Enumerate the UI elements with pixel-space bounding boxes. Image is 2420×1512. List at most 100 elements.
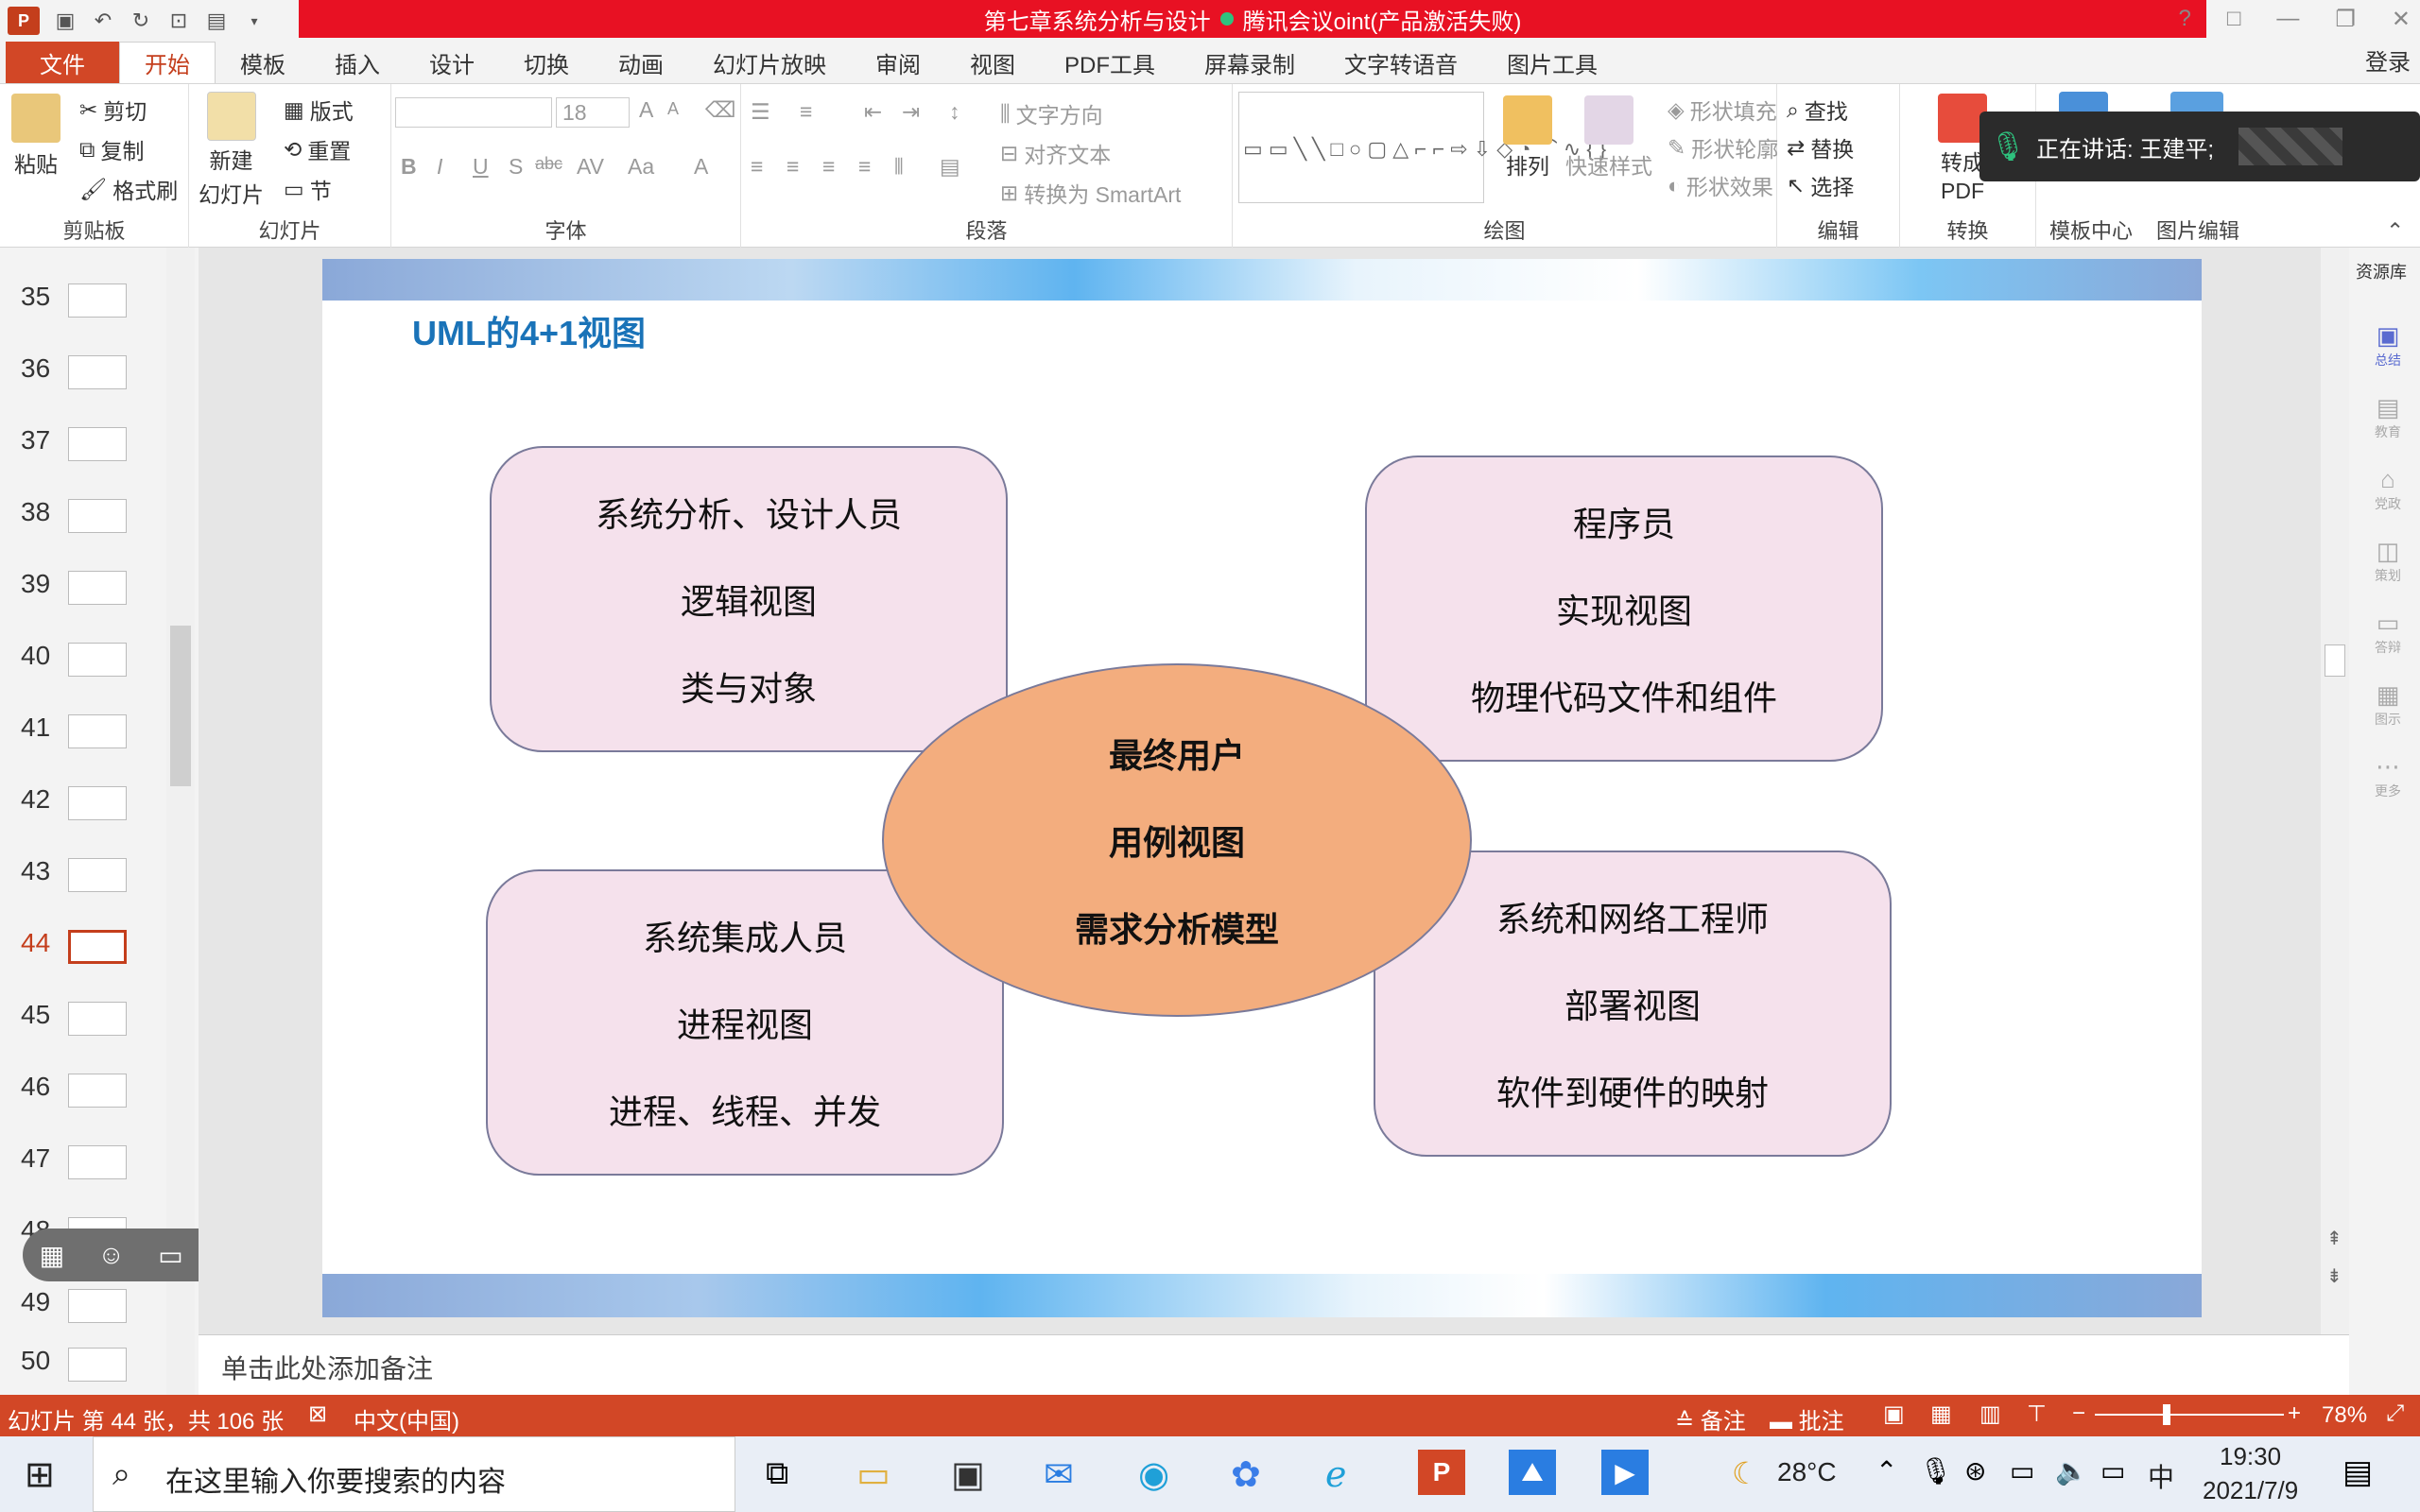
align-center-icon[interactable]: ≡ bbox=[786, 154, 799, 180]
network-icon[interactable]: ▭ bbox=[2100, 1455, 2125, 1486]
baidu-netdisk-icon[interactable]: ✿ bbox=[1231, 1453, 1261, 1496]
tab-view[interactable]: 视图 bbox=[945, 42, 1040, 83]
restore-icon[interactable]: ❐ bbox=[2335, 6, 2356, 33]
help-icon[interactable]: ? bbox=[2179, 6, 2191, 32]
zoom-out-icon[interactable]: − bbox=[2072, 1400, 2085, 1427]
zoom-in-icon[interactable]: + bbox=[2288, 1400, 2301, 1427]
font-family-dropdown[interactable] bbox=[395, 97, 552, 128]
mic-tray-icon[interactable]: 🎙 bbox=[1919, 1455, 1953, 1486]
ime-indicator[interactable]: 中 bbox=[2148, 1457, 2174, 1495]
align-right-icon[interactable]: ≡ bbox=[822, 154, 835, 180]
tray-expand-icon[interactable]: ⌃ bbox=[1876, 1455, 1897, 1486]
smartart-button[interactable]: ⊞ 转换为 SmartArt bbox=[1000, 177, 1181, 209]
party-item[interactable]: ⌂ 党政 bbox=[2375, 465, 2401, 513]
grow-font-button[interactable]: A bbox=[639, 97, 653, 123]
tab-animations[interactable]: 动画 bbox=[594, 42, 688, 83]
slide-canvas[interactable]: UML的4+1视图 系统分析、设计人员 逻辑视图 类与对象 程序员 实现视图 物… bbox=[322, 259, 2202, 1317]
fit-slide-icon[interactable]: ⤢ bbox=[2386, 1400, 2404, 1427]
implementation-view-box[interactable]: 程序员 实现视图 物理代码文件和组件 bbox=[1365, 455, 1883, 762]
battery-icon[interactable]: ▭ bbox=[2010, 1455, 2034, 1486]
prev-slide-icon[interactable]: ⇞ bbox=[2326, 1227, 2342, 1250]
task-view-icon[interactable]: ⧉ bbox=[766, 1455, 788, 1492]
comments-button[interactable]: ▬ 批注 bbox=[1770, 1402, 1844, 1435]
thumbnails-scrollbar[interactable] bbox=[166, 248, 195, 1395]
slideshow-from-start-icon[interactable]: ⊡ bbox=[166, 9, 191, 33]
arrange-button[interactable]: 排列 bbox=[1503, 95, 1552, 180]
clock-time[interactable]: 19:30 bbox=[2220, 1442, 2281, 1471]
resource-library-label[interactable]: 资源库 bbox=[2356, 259, 2407, 284]
replace-button[interactable]: ⇄ 替换 bbox=[1787, 131, 1854, 163]
increase-indent-icon[interactable]: ⇥ bbox=[902, 99, 920, 125]
start-icon[interactable]: ⊞ bbox=[25, 1453, 55, 1496]
tab-file[interactable]: 文件 bbox=[6, 42, 119, 83]
font-color-button[interactable]: A bbox=[694, 154, 708, 180]
notes-pane[interactable]: 单击此处添加备注 bbox=[199, 1334, 2349, 1395]
image-edit-label[interactable]: 图片编辑 bbox=[2146, 215, 2250, 245]
shrink-font-button[interactable]: A bbox=[667, 99, 679, 119]
file-explorer-icon[interactable]: ▭ bbox=[856, 1453, 890, 1496]
char-spacing-button[interactable]: AV bbox=[577, 154, 604, 180]
customize-qat-icon[interactable]: ▾ bbox=[242, 9, 267, 33]
language-indicator[interactable]: 中文(中国) bbox=[354, 1402, 459, 1435]
mail-icon[interactable]: ✉ bbox=[1044, 1453, 1074, 1496]
close-icon[interactable]: ✕ bbox=[2392, 6, 2411, 33]
save-icon[interactable]: ▣ bbox=[53, 9, 78, 33]
line-spacing-icon[interactable]: ↕ bbox=[949, 99, 960, 125]
copy-button[interactable]: ⧉ 复制 bbox=[79, 133, 144, 165]
tab-design[interactable]: 设计 bbox=[405, 42, 499, 83]
login-link[interactable]: 登录 bbox=[2365, 43, 2411, 77]
distribute-icon[interactable]: ▤ bbox=[940, 154, 960, 180]
cut-button[interactable]: ✂ 剪切 bbox=[79, 94, 147, 126]
format-painter-button[interactable]: 🖌 格式刷 bbox=[79, 173, 178, 205]
meeting-tray-icon[interactable]: ⊛ bbox=[1964, 1455, 1986, 1486]
tab-pdf-tools[interactable]: PDF工具 bbox=[1040, 42, 1180, 83]
zoom-level[interactable]: 78% bbox=[2322, 1402, 2367, 1429]
slide-scroll-thumb[interactable] bbox=[2325, 644, 2345, 677]
grid-icon[interactable]: ▦ bbox=[40, 1240, 64, 1271]
more-item[interactable]: ⋯ 更多 bbox=[2375, 752, 2401, 800]
normal-view-icon[interactable]: ▣ bbox=[1883, 1400, 1905, 1428]
ie-icon[interactable]: ℯ bbox=[1325, 1453, 1347, 1496]
shape-outline-button[interactable]: ✎ 形状轮廓 bbox=[1668, 131, 1778, 163]
clear-format-icon[interactable]: ⌫ bbox=[705, 97, 736, 123]
collapse-ribbon-icon[interactable]: ⌃ bbox=[2386, 218, 2404, 244]
italic-button[interactable]: I bbox=[437, 154, 442, 180]
shadow-button[interactable]: S bbox=[509, 154, 523, 180]
zoom-slider[interactable] bbox=[2095, 1414, 2284, 1416]
tab-screen-record[interactable]: 屏幕录制 bbox=[1180, 42, 1320, 83]
numbering-icon[interactable]: ≡ bbox=[800, 99, 812, 125]
tab-slideshow[interactable]: 幻灯片放映 bbox=[688, 42, 851, 83]
find-button[interactable]: ⌕ 查找 bbox=[1787, 94, 1848, 126]
tab-review[interactable]: 审阅 bbox=[851, 42, 945, 83]
underline-button[interactable]: U bbox=[473, 154, 489, 180]
powerpoint-taskbar-icon[interactable]: P bbox=[1418, 1450, 1465, 1495]
store-icon[interactable]: ▣ bbox=[951, 1453, 985, 1496]
bullets-icon[interactable]: ☰ bbox=[751, 99, 770, 125]
clock-date[interactable]: 2021/7/9 bbox=[2203, 1476, 2298, 1505]
slide-sorter-icon[interactable]: ▦ bbox=[1930, 1400, 1952, 1428]
notes-button[interactable]: ≙ 备注 bbox=[1675, 1402, 1746, 1435]
next-slide-icon[interactable]: ⇟ bbox=[2326, 1264, 2342, 1288]
slide-title[interactable]: UML的4+1视图 bbox=[412, 306, 646, 355]
edge-icon[interactable]: ◉ bbox=[1138, 1453, 1169, 1496]
section-button[interactable]: ▭ 节 bbox=[284, 173, 332, 205]
notifications-icon[interactable]: ▤ bbox=[2342, 1453, 2373, 1491]
ribbon-display-icon[interactable]: □ bbox=[2227, 6, 2241, 32]
template-center-label[interactable]: 模板中心 bbox=[2036, 215, 2146, 245]
education-item[interactable]: ▤ 教育 bbox=[2375, 393, 2401, 441]
quick-styles-button[interactable]: 快速样式 bbox=[1565, 95, 1652, 180]
tencent-meeting-icon[interactable]: ⛰ bbox=[1509, 1450, 1556, 1495]
tab-transitions[interactable]: 切换 bbox=[499, 42, 594, 83]
spell-check-icon[interactable]: ⊠ bbox=[308, 1400, 327, 1428]
notes-placeholder[interactable]: 单击此处添加备注 bbox=[221, 1349, 433, 1386]
shapes-gallery[interactable]: ▭ ▭ ╲ ╲ □ ○ ▢ △ ⌐ ⌐ ⇨ ⇩ ◇ ◔ ⌒ ∿ { } bbox=[1238, 92, 1606, 203]
reset-button[interactable]: ⟲ 重置 bbox=[284, 133, 351, 165]
tab-home[interactable]: 开始 bbox=[119, 42, 216, 83]
align-left-icon[interactable]: ≡ bbox=[751, 154, 763, 180]
redo-icon[interactable]: ↻ bbox=[129, 9, 153, 33]
volume-icon[interactable]: 🔈 bbox=[2055, 1455, 2088, 1486]
taskbar-search-box[interactable]: ⌕ 在这里输入你要搜索的内容 bbox=[93, 1436, 735, 1512]
diagram-item[interactable]: ▦ 图示 bbox=[2375, 680, 2401, 729]
defense-item[interactable]: ▭ 答辩 bbox=[2375, 609, 2401, 657]
select-button[interactable]: ↖ 选择 bbox=[1787, 169, 1854, 201]
